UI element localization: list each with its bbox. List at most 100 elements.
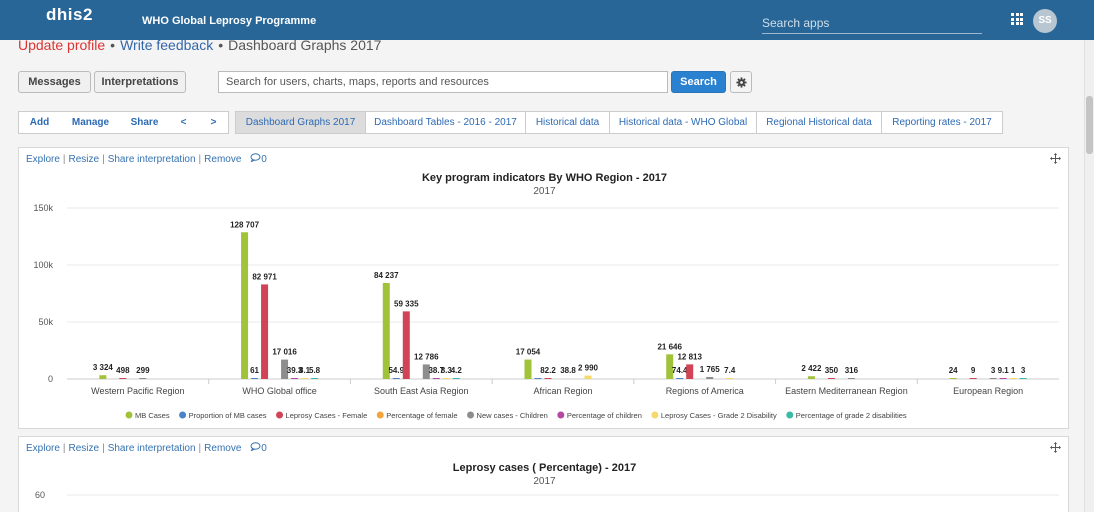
bar [686, 364, 694, 379]
manage-dashboards-button[interactable]: Manage [60, 111, 122, 134]
next-dashboards-button[interactable]: > [199, 111, 229, 134]
y-tick-label: 60 [35, 490, 45, 500]
x-tick-label: Eastern Mediterranean Region [785, 386, 908, 396]
bar [706, 376, 714, 379]
tab-dashboard-tables[interactable]: Dashboard Tables - 2016 - 2017 [366, 111, 526, 134]
app-title: WHO Global Leprosy Programme [142, 15, 317, 27]
bar [382, 282, 390, 379]
bar [1009, 378, 1017, 379]
user-avatar[interactable]: SS [1033, 9, 1057, 33]
legend-label: Leprosy Cases - Grade 2 Disability [661, 411, 777, 420]
bar [534, 378, 542, 379]
update-profile-link[interactable]: Update profile [18, 37, 105, 53]
bar [524, 359, 532, 379]
bar [139, 378, 147, 379]
data-label: 5.8 [309, 366, 321, 375]
data-label: 7.4 [724, 366, 736, 375]
messages-button[interactable]: Messages [18, 71, 91, 93]
data-label: 9 [971, 366, 976, 375]
share-dashboard-button[interactable]: Share [121, 111, 169, 134]
bar [442, 378, 450, 379]
data-label: 299 [136, 366, 150, 375]
data-label: 54.9 [388, 366, 404, 375]
apps-grid-icon[interactable] [1011, 13, 1023, 25]
bar [584, 375, 592, 379]
search-settings-button[interactable] [730, 71, 752, 93]
data-label: 2 990 [578, 364, 599, 373]
data-label: 1 765 [700, 365, 721, 374]
bar [452, 378, 460, 379]
interpretations-button[interactable]: Interpretations [94, 71, 186, 93]
data-label: 17 054 [516, 348, 541, 357]
bar [99, 375, 107, 379]
write-feedback-link[interactable]: Write feedback [120, 37, 213, 53]
data-label: 17 016 [272, 348, 297, 357]
tab-historical-data[interactable]: Historical data [526, 111, 610, 134]
bar [311, 378, 319, 379]
bar [999, 378, 1007, 379]
bar [251, 378, 259, 379]
data-label: 9.1 [998, 366, 1010, 375]
legend-label: Percentage of children [567, 411, 642, 420]
data-label: 498 [116, 366, 130, 375]
data-label: 128 707 [230, 220, 259, 229]
bar [807, 376, 815, 379]
previous-dashboards-button[interactable]: < [168, 111, 200, 134]
data-label: 84 237 [374, 271, 399, 280]
data-label: 316 [845, 366, 859, 375]
data-label: 21 646 [657, 342, 682, 351]
data-label: 2 422 [801, 364, 822, 373]
dashboard-search-input[interactable] [218, 71, 668, 93]
legend-label: Percentage of female [386, 411, 457, 420]
data-label: 12 813 [677, 352, 702, 361]
bar [847, 378, 855, 379]
data-label: 24 [949, 366, 958, 375]
legend-swatch [557, 411, 565, 419]
legend-swatch [376, 411, 384, 419]
breadcrumb-current: Dashboard Graphs 2017 [228, 37, 382, 53]
x-tick-label: Regions of America [666, 386, 744, 396]
search-button[interactable]: Search [671, 71, 726, 93]
data-label: 1 [1011, 366, 1016, 375]
data-label: 82 971 [252, 272, 277, 281]
bar [827, 378, 835, 379]
data-label: 3 324 [93, 363, 114, 372]
legend-swatch [651, 411, 659, 419]
bar [949, 378, 957, 379]
data-label: 12 786 [414, 352, 439, 361]
legend-label: Leprosy Cases - Female [286, 411, 368, 420]
x-tick-label: Western Pacific Region [91, 386, 184, 396]
data-label: 61 [250, 366, 259, 375]
breadcrumb-separator: • [110, 37, 116, 53]
key-indicators-chart: 050k100k150kWestern Pacific Region3 324 4… [33, 203, 1059, 420]
bar [1019, 378, 1027, 379]
data-label: 350 [825, 366, 839, 375]
tab-dashboard-graphs-2017[interactable]: Dashboard Graphs 2017 [235, 111, 366, 134]
tab-regional-historical-data[interactable]: Regional Historical data [757, 111, 882, 134]
tab-reporting-rates[interactable]: Reporting rates - 2017 [882, 111, 1003, 134]
y-tick-label: 150k [33, 203, 53, 213]
bar [241, 232, 249, 379]
legend-label: Proportion of MB cases [189, 411, 267, 420]
legend-swatch [125, 411, 133, 419]
bar [301, 378, 309, 379]
legend-label: Percentage of grade 2 disabilities [796, 411, 907, 420]
data-label: 3 [1021, 366, 1026, 375]
search-apps-input[interactable] [762, 12, 982, 34]
legend-swatch [786, 411, 794, 419]
chart-panel-key-indicators: Explore | Resize | Share interpretation | Remo… [18, 147, 1069, 429]
bar [119, 378, 127, 379]
scrollbar-thumb[interactable] [1086, 96, 1093, 154]
bar [392, 378, 400, 379]
header-bar: dhis2 WHO Global Leprosy Programme SS [0, 0, 1094, 40]
bar [432, 378, 440, 379]
tab-historical-data-who-global[interactable]: Historical data - WHO Global [610, 111, 757, 134]
dhis2-logo[interactable]: dhis2 [46, 5, 93, 25]
data-label: 59 335 [394, 299, 419, 308]
bar [676, 378, 684, 379]
page-scrollbar[interactable] [1084, 40, 1094, 512]
data-label: 82.2 [540, 366, 556, 375]
legend-swatch [276, 411, 284, 419]
x-tick-label: African Region [533, 386, 592, 396]
add-dashboard-button[interactable]: Add [18, 111, 61, 134]
